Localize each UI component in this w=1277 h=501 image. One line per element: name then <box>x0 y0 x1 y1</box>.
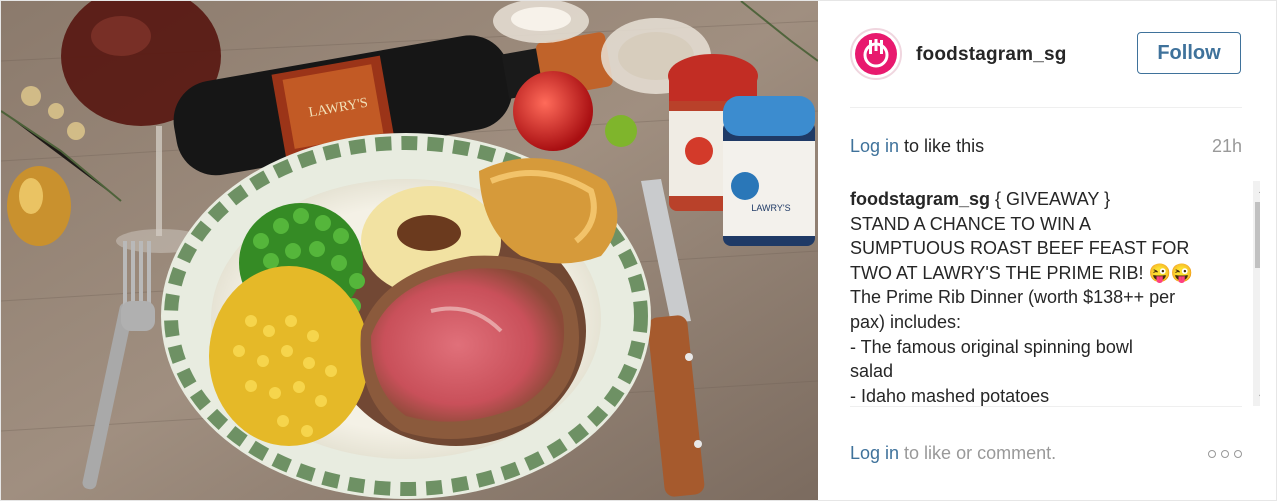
footer-prompt: Log in to like or comment. <box>850 443 1056 464</box>
caption: foodstagram_sg { GIVEAWAY } STAND A CHAN… <box>850 181 1220 406</box>
utensils-logo-icon <box>855 33 897 75</box>
like-row: Log in to like this 21h <box>850 136 1242 160</box>
login-to-like-link[interactable]: Log in <box>850 136 899 156</box>
caption-line: foodstagram_sg { GIVEAWAY } <box>850 187 1220 212</box>
footer-prompt-text: to like or comment. <box>899 443 1057 463</box>
post-frame: LAWRY'S LAWRY'S foodstagram_sg Follow Lo… <box>0 0 1277 501</box>
roast-beef-dinner-image: LAWRY'S LAWRY'S <box>1 1 818 500</box>
more-options-icon[interactable] <box>1208 449 1242 459</box>
caption-scroll-area[interactable]: foodstagram_sg { GIVEAWAY } STAND A CHAN… <box>850 181 1260 406</box>
caption-line: pax) includes: <box>850 311 962 332</box>
caption-author-link[interactable]: foodstagram_sg <box>850 189 990 209</box>
scroll-down-arrow-icon[interactable]: ▼ <box>1253 388 1260 406</box>
post-footer: Log in to like or comment. <box>850 406 1242 499</box>
caption-scrollbar[interactable]: ▲ ▼ <box>1253 181 1260 406</box>
shaker-label: LAWRY'S <box>751 203 790 213</box>
scroll-up-arrow-icon[interactable]: ▲ <box>1253 181 1260 199</box>
post-timestamp[interactable]: 21h <box>1212 136 1242 157</box>
caption-line: TWO AT LAWRY'S THE PRIME RIB! 😜😜 <box>850 262 1194 283</box>
caption-line: STAND A CHANCE TO WIN A <box>850 213 1092 234</box>
username-link[interactable]: foodstagram_sg <box>916 44 1067 66</box>
caption-line: - Idaho mashed potatoes <box>850 385 1050 406</box>
scrollbar-thumb[interactable] <box>1255 202 1260 268</box>
post-side-panel: foodstagram_sg Follow Log in to like thi… <box>818 1 1276 500</box>
like-prompt-text: to like this <box>899 136 985 156</box>
caption-text: { GIVEAWAY } <box>990 189 1111 209</box>
caption-line: The Prime Rib Dinner (worth $138++ per <box>850 287 1176 308</box>
dot <box>1221 450 1229 458</box>
blue-seasoning-shaker: LAWRY'S <box>723 96 815 246</box>
dot <box>1208 450 1216 458</box>
login-to-comment-link[interactable]: Log in <box>850 443 899 463</box>
dot <box>1234 450 1242 458</box>
caption-line: - The famous original spinning bowl <box>850 336 1133 357</box>
follow-button[interactable]: Follow <box>1137 32 1241 74</box>
post-header: foodstagram_sg Follow <box>850 1 1242 108</box>
caption-line: SUMPTUOUS ROAST BEEF FEAST FOR <box>850 238 1190 259</box>
avatar[interactable] <box>850 28 902 80</box>
caption-line: salad <box>850 361 894 382</box>
post-photo[interactable]: LAWRY'S LAWRY'S <box>1 1 818 500</box>
